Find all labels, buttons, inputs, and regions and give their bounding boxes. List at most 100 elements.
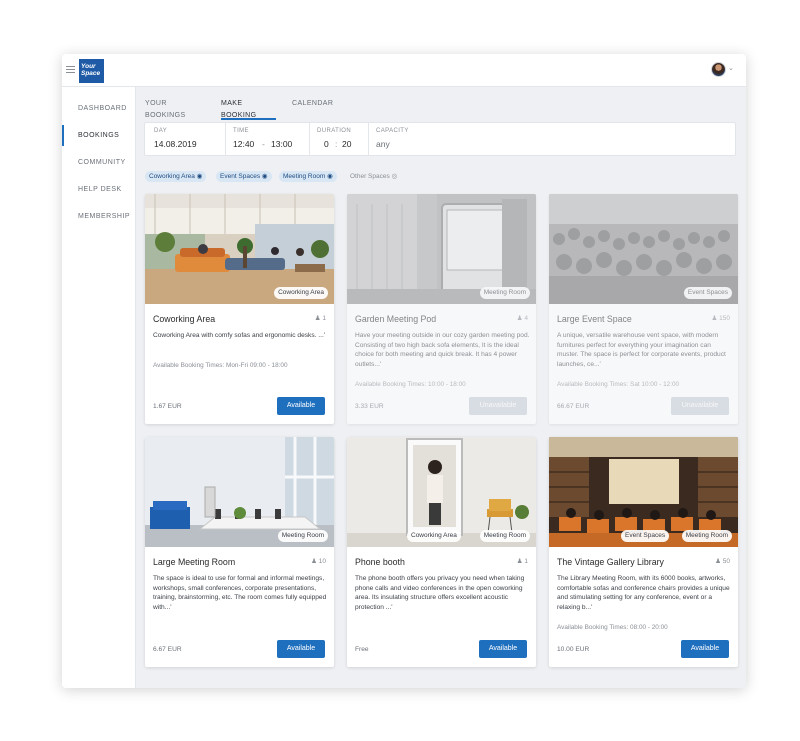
card-description: The Library Meeting Room, with its 6000 …: [557, 575, 730, 611]
available-button[interactable]: Available: [479, 640, 527, 658]
top-bar: Your Space ⌄: [62, 54, 746, 87]
capacity-indicator: ♟ 50: [715, 557, 730, 565]
space-card[interactable]: Meeting Room Garden Meeting Pod ♟ 4 Have…: [347, 194, 536, 424]
chip-label: Coworking Area: [149, 173, 195, 180]
sidebar-item-bookings[interactable]: BOOKINGS: [62, 122, 135, 149]
price: 10.00 EUR: [557, 646, 590, 653]
capacity-count: 1: [322, 315, 326, 322]
sidebar-item-community[interactable]: COMMUNITY: [62, 149, 135, 176]
unavailable-button[interactable]: Unavailable: [671, 397, 729, 415]
booking-times: Available Booking Times: 10:00 - 18:00: [355, 381, 466, 388]
tab-make-booking[interactable]: MAKE BOOKING: [221, 98, 276, 120]
eye-icon: ◉: [327, 173, 333, 180]
chip-event-spaces[interactable]: Event Spaces ◉: [216, 171, 272, 182]
capacity-indicator: ♟ 4: [517, 314, 528, 322]
duration-field[interactable]: DURATION 0 : 20: [317, 123, 367, 155]
time-from[interactable]: 12:40: [233, 139, 254, 149]
time-separator: -: [262, 139, 265, 149]
tab-your-bookings[interactable]: YOUR BOOKINGS: [145, 98, 207, 120]
avatar[interactable]: [711, 62, 726, 77]
chip-label: Event Spaces: [220, 173, 261, 180]
chip-label: Meeting Room: [283, 173, 326, 180]
person-icon: ♟: [314, 315, 321, 322]
eye-off-icon: ◎: [391, 173, 398, 180]
capacity-field[interactable]: CAPACITY any: [376, 123, 456, 155]
time-label: TIME: [233, 128, 249, 134]
capacity-count: 1: [524, 558, 528, 565]
card-description: Have your meeting outside in our cozy ga…: [355, 332, 530, 368]
chip-coworking-area[interactable]: Coworking Area ◉: [145, 171, 207, 182]
day-field[interactable]: DAY 14.08.2019: [154, 123, 224, 155]
category-tag: Meeting Room: [681, 530, 732, 542]
category-tag: Event Spaces: [621, 530, 670, 542]
divider: [368, 123, 369, 155]
eye-icon: ◉: [261, 173, 268, 180]
menu-icon[interactable]: [66, 66, 75, 74]
capacity-count: 10: [318, 558, 326, 565]
logo-text: Your Space: [81, 63, 101, 77]
sidebar: DASHBOARD BOOKINGS COMMUNITY HELP DESK M…: [62, 87, 136, 688]
unavailable-button[interactable]: Unavailable: [469, 397, 527, 415]
time-to[interactable]: 13:00: [271, 139, 292, 149]
price: Free: [355, 646, 369, 653]
category-tag: Meeting Room: [277, 530, 328, 542]
capacity-indicator: ♟ 150: [712, 314, 731, 322]
duration-label: DURATION: [317, 128, 352, 134]
booking-times: Available Booking Times: Mon-Fri 09:00 -…: [153, 362, 288, 369]
day-value[interactable]: 14.08.2019: [154, 139, 197, 149]
booking-times: Available Booking Times: 08:00 - 20:00: [557, 624, 668, 631]
person-icon: ♟: [516, 558, 523, 565]
capacity-label: CAPACITY: [376, 128, 409, 134]
duration-minutes[interactable]: 20: [342, 139, 351, 149]
time-field[interactable]: TIME 12:40 - 13:00: [233, 123, 308, 155]
available-button[interactable]: Available: [277, 640, 325, 658]
card-title: Garden Meeting Pod: [355, 314, 437, 324]
available-button[interactable]: Available: [277, 397, 325, 415]
capacity-count: 50: [722, 558, 730, 565]
divider: [309, 123, 310, 155]
chip-label: Other Spaces: [350, 173, 390, 180]
day-label: DAY: [154, 128, 168, 134]
space-card[interactable]: Coworking Area Meeting Room Phone booth …: [347, 437, 536, 667]
card-title: Coworking Area: [153, 314, 216, 324]
card-title: Large Event Space: [557, 314, 632, 324]
sidebar-item-help-desk[interactable]: HELP DESK: [62, 176, 135, 203]
price: 1.67 EUR: [153, 403, 182, 410]
duration-hours[interactable]: 0: [324, 139, 329, 149]
tab-calendar[interactable]: CALENDAR: [292, 98, 333, 120]
capacity-indicator: ♟ 10: [311, 557, 326, 565]
capacity-count: 150: [719, 315, 730, 322]
price: 6.67 EUR: [153, 646, 182, 653]
card-description: Coworking Area with comfy sofas and ergo…: [153, 332, 326, 339]
space-card[interactable]: Event Spaces Large Event Space ♟ 150 A u…: [549, 194, 738, 424]
divider: [225, 123, 226, 155]
app-logo[interactable]: Your Space: [79, 59, 104, 83]
sidebar-item-dashboard[interactable]: DASHBOARD: [62, 95, 135, 122]
category-tag: Event Spaces: [683, 287, 732, 299]
booking-filters: DAY 14.08.2019 TIME 12:40 - 13:00 DURATI…: [144, 122, 736, 156]
eye-icon: ◉: [196, 173, 203, 180]
capacity-count: 4: [524, 315, 528, 322]
card-title: The Vintage Gallery Library: [557, 557, 664, 567]
card-description: The space is ideal to use for formal and…: [153, 575, 327, 611]
space-card[interactable]: Coworking Area Coworking Area ♟ 1 Cowork…: [145, 194, 334, 424]
price: 66.67 EUR: [557, 403, 590, 410]
capacity-value[interactable]: any: [376, 139, 390, 149]
app-window: Your Space ⌄ DASHBOARD BOOKINGS COMMUNIT…: [62, 54, 746, 688]
chip-meeting-room[interactable]: Meeting Room ◉: [279, 171, 337, 182]
sidebar-item-membership[interactable]: MEMBERSHIP: [62, 203, 135, 230]
category-tag: Coworking Area: [407, 530, 461, 542]
person-icon: ♟: [715, 558, 721, 565]
chevron-down-icon[interactable]: ⌄: [728, 64, 734, 72]
person-icon: ♟: [516, 315, 523, 322]
category-tag: Meeting Room: [479, 530, 530, 542]
duration-separator: :: [335, 139, 338, 149]
space-card[interactable]: Meeting Room Large Meeting Room ♟ 10 The…: [145, 437, 334, 667]
space-card[interactable]: Event Spaces Meeting Room The Vintage Ga…: [549, 437, 738, 667]
person-icon: ♟: [711, 315, 718, 322]
card-title: Phone booth: [355, 557, 405, 567]
available-button[interactable]: Available: [681, 640, 729, 658]
booking-times: Available Booking Times: Sat 10:00 - 12:…: [557, 381, 680, 388]
person-icon: ♟: [311, 558, 317, 565]
chip-other-spaces[interactable]: Other Spaces ◎: [346, 171, 401, 182]
